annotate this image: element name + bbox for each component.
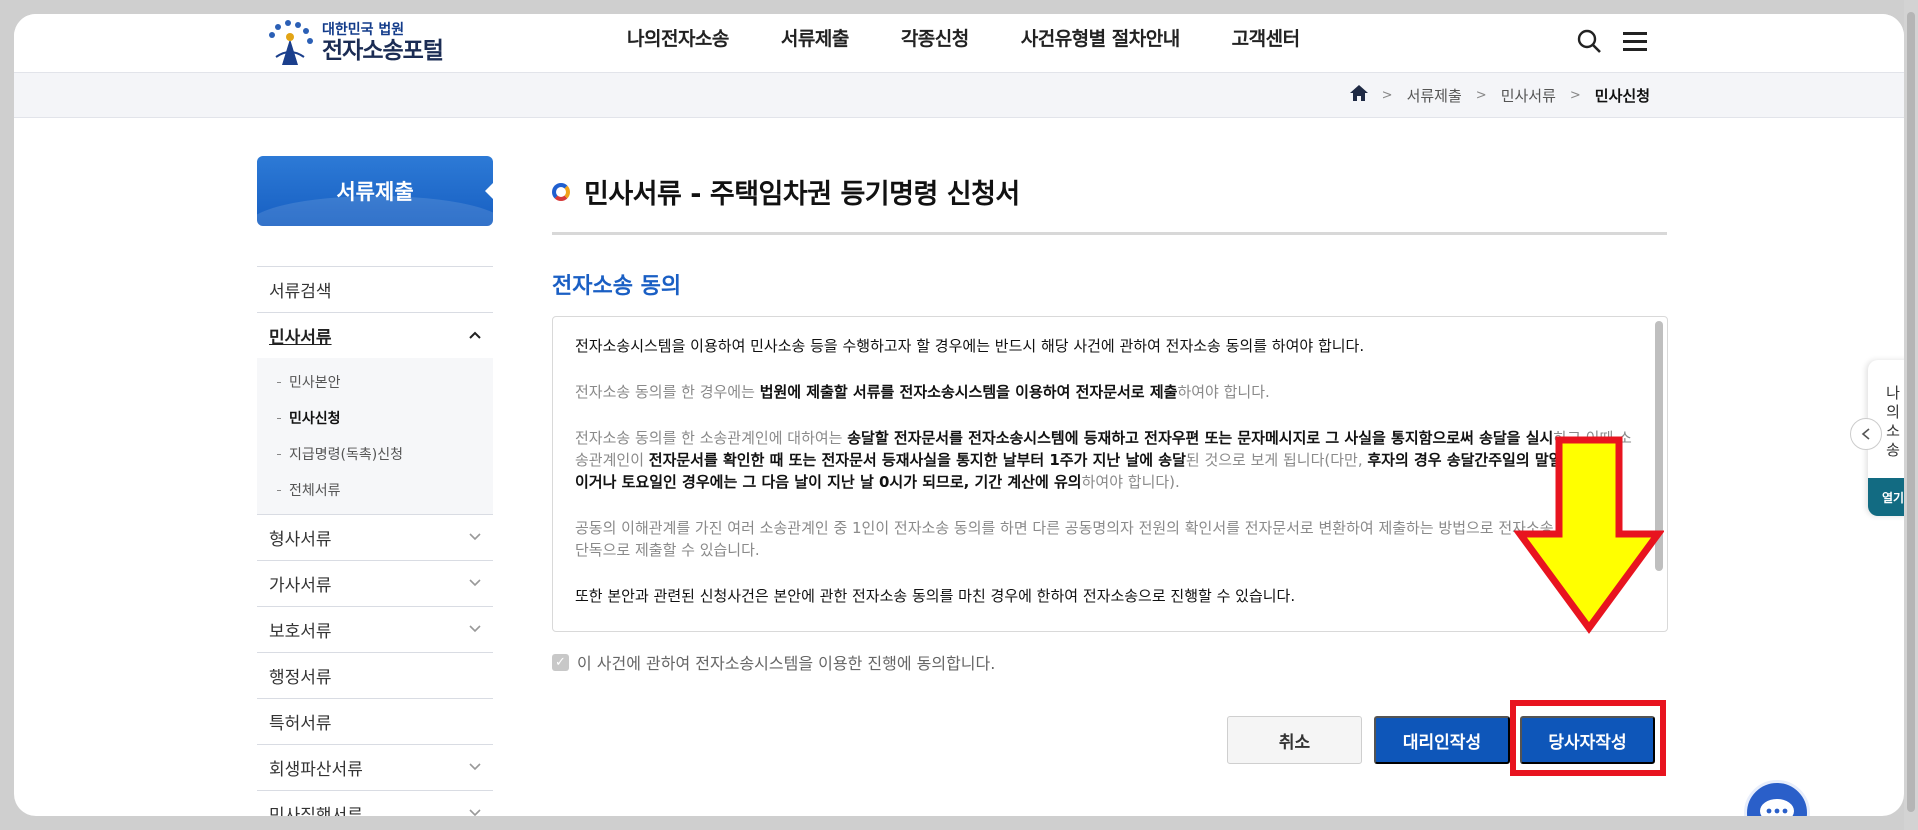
title-divider [552,232,1667,235]
sidebar-item-patent[interactable]: 특허서류 [257,698,493,744]
title-bullet-icon [552,182,570,201]
sidebar-item-criminal[interactable]: 형사서류 [257,514,493,560]
sidebar-item-civil-execution[interactable]: 민사집행서류 [257,790,493,816]
main-nav: 나의전자소송 서류제출 각종신청 사건유형별 절차안내 고객센터 [627,14,1300,60]
chevron-down-icon [469,622,481,637]
sidebar-item-document-search[interactable]: 서류검색 [257,266,493,312]
section-title: 전자소송 동의 [552,274,682,299]
notice-paragraph: 또한 본안과 관련된 신청사건은 본안에 관한 전자소송 동의를 마친 경우에 … [575,587,1296,605]
consent-checkbox-row[interactable]: ✓ 이 사건에 관하여 전자소송시스템을 이용한 진행에 동의합니다. [552,650,995,674]
notice-paragraph: 전자소송 동의를 한 소송관계인에 대하여는 송달할 전자문서를 전자소송시스템… [575,429,1632,491]
submenu-item-all-documents[interactable]: 전체서류 [257,472,493,508]
chevron-down-icon [469,530,481,545]
site-header: 대한민국 법원 전자소송포털 나의전자소송 서류제출 각종신청 사건유형별 절차… [14,14,1904,72]
home-icon[interactable] [1349,85,1368,105]
cancel-button[interactable]: 취소 [1227,716,1362,764]
site-logo[interactable]: 대한민국 법원 전자소송포털 [262,14,444,72]
breadcrumb-separator-icon: > [1381,87,1393,103]
sidebar-title: 서류제출 [257,156,493,226]
chevron-down-icon [469,760,481,775]
highlight-box [1510,700,1666,776]
nav-document-submit[interactable]: 서류제출 [781,24,849,51]
page-title-row: 민사서류 - 주택임차권 등기명령 신청서 [552,172,1020,211]
float-panel-open-button[interactable]: 열기 [1868,478,1904,516]
logo-subtitle: 대한민국 법원 [322,22,405,38]
breadcrumb-item[interactable]: 서류제출 [1407,85,1462,106]
nav-customer-center[interactable]: 고객센터 [1232,24,1300,51]
breadcrumb: > 서류제출 > 민사서류 > 민사신청 [1349,73,1650,117]
down-arrow-annotation-icon [1514,436,1664,634]
sidebar-item-bankruptcy[interactable]: 회생파산서류 [257,744,493,790]
submenu-item-civil-application[interactable]: 민사신청 [257,400,493,436]
consent-notice-box[interactable]: 전자소송시스템을 이용하여 민사소송 등을 수행하고자 할 경우에는 반드시 해… [552,316,1668,632]
page-title: 민사서류 - 주택임차권 등기명령 신청서 [584,179,1020,210]
nav-procedure-guide[interactable]: 사건유형별 절차안내 [1021,24,1180,51]
consent-checkbox[interactable]: ✓ [552,653,569,671]
browser-page: 대한민국 법원 전자소송포털 나의전자소송 서류제출 각종신청 사건유형별 절차… [14,14,1904,816]
proxy-write-button[interactable]: 대리인작성 [1374,716,1510,764]
sidebar-item-civil[interactable]: 민사서류 [257,312,493,358]
notice-paragraph: 전자소송시스템을 이용하여 민사소송 등을 수행하고자 할 경우에는 반드시 해… [575,337,1365,355]
menu-icon[interactable] [1622,28,1648,58]
sidebar-menu: 서류검색 민사서류 민사본안 민사신청 지급명령(독촉)신청 전체서류 형사서류… [257,266,493,816]
logo-title: 전자소송포털 [322,38,444,64]
notice-paragraph: 전자소송 동의를 한 경우에는 법원에 제출할 서류를 전자소송시스템을 이용하… [575,383,1270,401]
search-icon[interactable] [1576,28,1602,58]
sidebar-item-protection[interactable]: 보호서류 [257,606,493,652]
consent-notice-text: 전자소송시스템을 이용하여 민사소송 등을 수행하고자 할 경우에는 반드시 해… [575,335,1635,631]
breadcrumb-bar: > 서류제출 > 민사서류 > 민사신청 [14,72,1904,118]
court-logo-icon [262,17,318,69]
chatbot-icon[interactable] [1744,780,1810,816]
sidebar-submenu: 민사본안 민사신청 지급명령(독촉)신청 전체서류 [257,358,493,514]
nav-applications[interactable]: 각종신청 [901,24,969,51]
sidebar-item-administrative[interactable]: 행정서류 [257,652,493,698]
chevron-down-icon [469,576,481,591]
chevron-up-icon [469,328,481,343]
sidebar-notch-icon [485,183,493,199]
nav-my-lawsuit[interactable]: 나의전자소송 [627,24,729,51]
page-scrollbar[interactable] [1904,0,1918,830]
submenu-item-payment-order[interactable]: 지급명령(독촉)신청 [257,436,493,472]
breadcrumb-separator-icon: > [1475,87,1487,103]
breadcrumb-separator-icon: > [1569,87,1581,103]
sidebar-item-family[interactable]: 가사서류 [257,560,493,606]
chevron-down-icon [469,806,481,816]
chevron-left-icon[interactable] [1850,418,1882,450]
breadcrumb-current: 민사신청 [1594,86,1650,105]
breadcrumb-item[interactable]: 민사서류 [1501,85,1556,106]
notice-paragraph: 공동의 이해관계를 가진 여러 소송관계인 중 1인이 전자소송 동의를 하면 … [575,519,1619,559]
submenu-item-civil-main[interactable]: 민사본안 [257,364,493,400]
consent-label: 이 사건에 관하여 전자소송시스템을 이용한 진행에 동의합니다. [577,654,996,673]
